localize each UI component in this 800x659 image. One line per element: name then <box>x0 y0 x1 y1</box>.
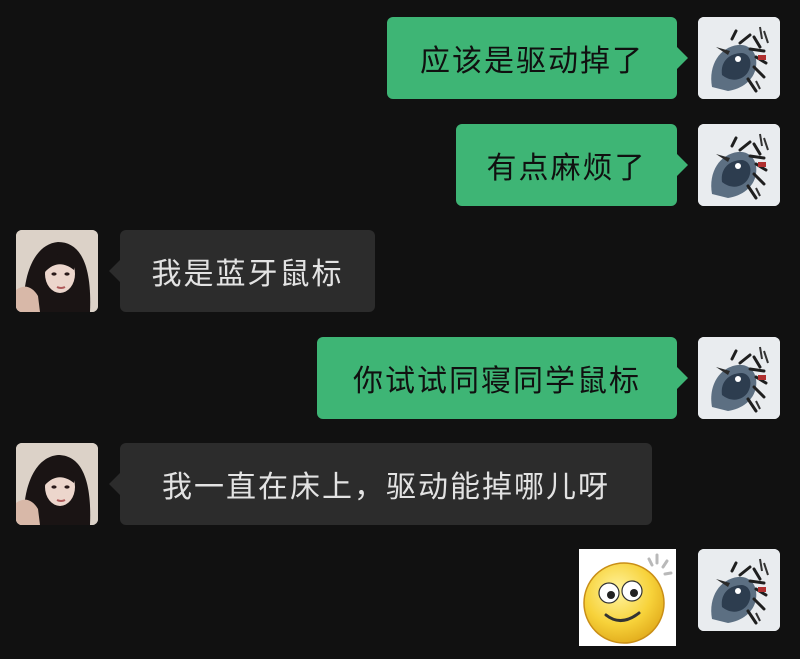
dizzy-smiley-sticker-icon <box>583 553 673 644</box>
message-bubble-received[interactable]: 我一直在床上，驱动能掉哪儿呀 <box>109 443 652 525</box>
chat-window: 应该是驱动掉了 有点麻烦了 我是蓝牙鼠标 你试试同寝同学鼠标 我一直在床上，驱动… <box>0 0 800 659</box>
bird-avatar-icon <box>698 17 780 99</box>
bird-avatar-icon <box>698 337 780 419</box>
message-text: 你试试同寝同学鼠标 <box>353 364 641 399</box>
bubble-tail <box>109 259 121 283</box>
bubble-tail <box>676 366 688 390</box>
message-text: 有点麻烦了 <box>486 151 647 186</box>
my-avatar[interactable] <box>698 17 780 99</box>
message-text: 我一直在床上，驱动能掉哪儿呀 <box>162 470 610 505</box>
bird-avatar-icon <box>698 124 780 206</box>
message-bubble-received[interactable]: 我是蓝牙鼠标 <box>109 230 375 312</box>
message-text: 我是蓝牙鼠标 <box>151 257 344 292</box>
contact-avatar[interactable] <box>16 443 98 525</box>
message-bubble-sent[interactable]: 你试试同寝同学鼠标 <box>317 337 688 419</box>
sticker-message[interactable] <box>579 549 676 646</box>
message-bubble-sent[interactable]: 应该是驱动掉了 <box>387 17 688 99</box>
my-avatar[interactable] <box>698 337 780 419</box>
bubble-tail <box>109 472 121 496</box>
woman-avatar-icon <box>16 443 98 525</box>
bubble-tail <box>676 46 688 70</box>
bird-avatar-icon <box>698 549 780 631</box>
message-text: 应该是驱动掉了 <box>420 44 644 79</box>
my-avatar[interactable] <box>698 124 780 206</box>
bubble-tail <box>676 153 688 177</box>
my-avatar[interactable] <box>698 549 780 631</box>
contact-avatar[interactable] <box>16 230 98 312</box>
woman-avatar-icon <box>16 230 98 312</box>
message-bubble-sent[interactable]: 有点麻烦了 <box>456 124 688 206</box>
